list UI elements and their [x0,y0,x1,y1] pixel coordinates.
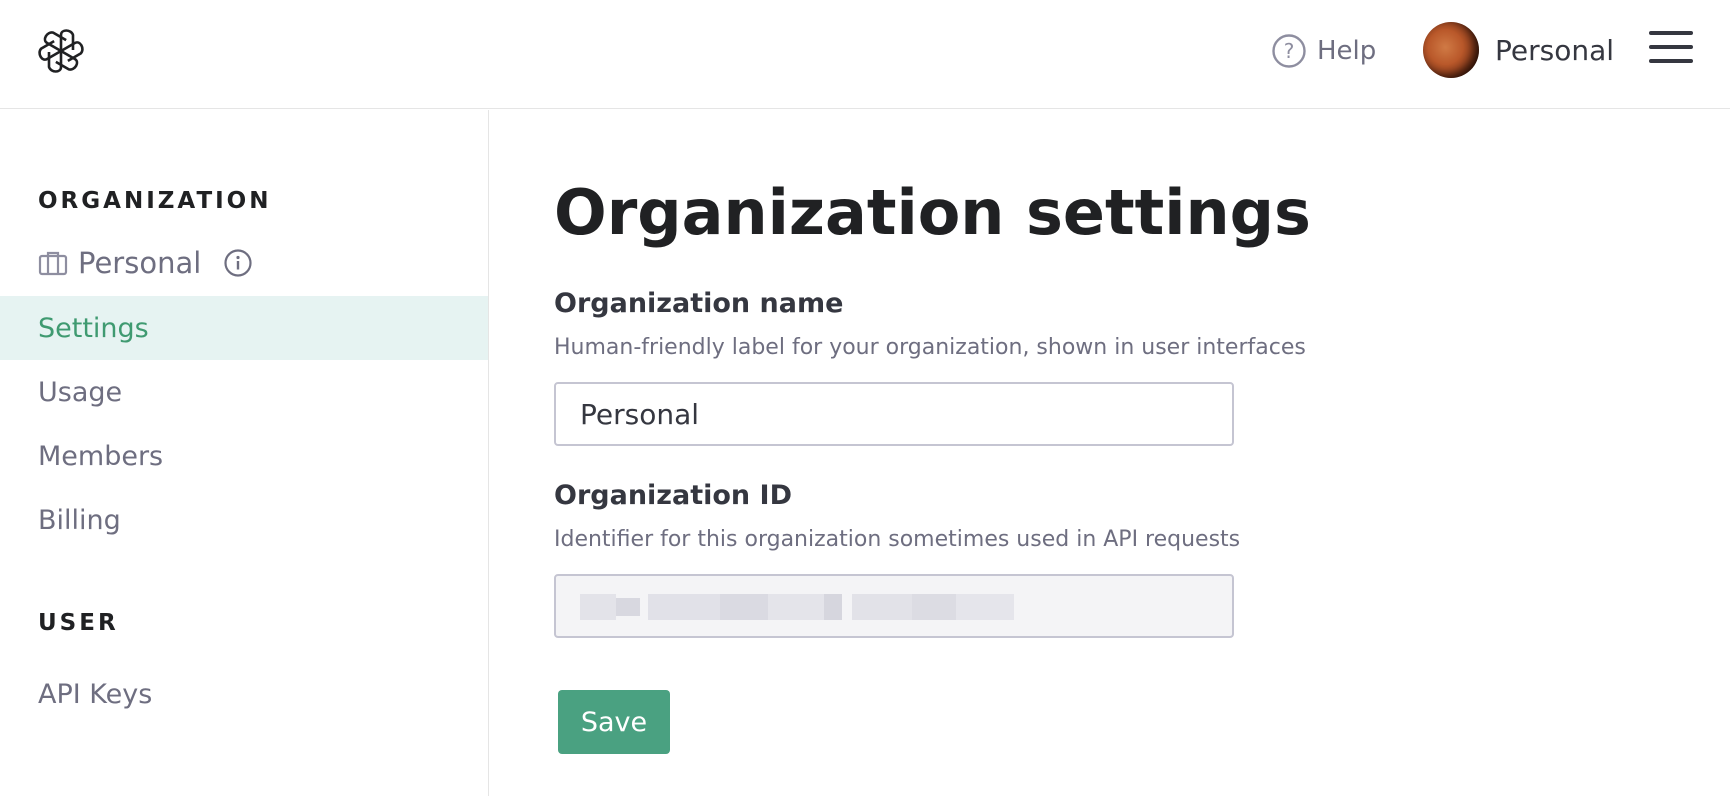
account-switcher[interactable]: Personal [1423,21,1614,79]
account-name: Personal [1495,33,1615,67]
org-id-label: Organization ID [554,480,793,511]
sidebar-item-billing[interactable]: Billing [0,488,488,552]
org-name-input[interactable] [554,382,1234,446]
org-name-label: Organization name [554,288,844,319]
org-id-help: Identifier for this organization sometim… [554,527,1241,552]
organization-section-title: ORGANIZATION [38,188,272,214]
sidebar-item-usage[interactable]: Usage [0,360,488,424]
sidebar-item-api-keys[interactable]: API Keys [0,662,488,726]
avatar [1423,22,1479,78]
page-title: Organization settings [554,176,1311,249]
sidebar: ORGANIZATION Personal Settings Usage Mem… [0,110,489,796]
question-circle-icon: ? [1272,34,1306,68]
info-circle-icon[interactable] [223,248,253,278]
top-bar: ? Help Personal [0,0,1730,109]
org-name-help: Human-friendly label for your organizati… [554,335,1306,360]
user-section-title: USER [38,610,119,636]
sidebar-item-members[interactable]: Members [0,424,488,488]
openai-logo-icon[interactable] [35,26,87,76]
hamburger-menu-icon[interactable] [1649,31,1693,67]
help-label: Help [1317,36,1377,66]
org-id-field[interactable] [554,574,1234,638]
briefcase-icon [38,251,68,276]
svg-text:?: ? [1284,39,1295,63]
org-name: Personal [78,246,202,280]
save-button[interactable]: Save [558,690,670,754]
help-link[interactable]: ? Help [1271,32,1376,70]
sidebar-item-settings[interactable]: Settings [0,296,488,360]
org-switcher[interactable]: Personal [38,244,253,282]
